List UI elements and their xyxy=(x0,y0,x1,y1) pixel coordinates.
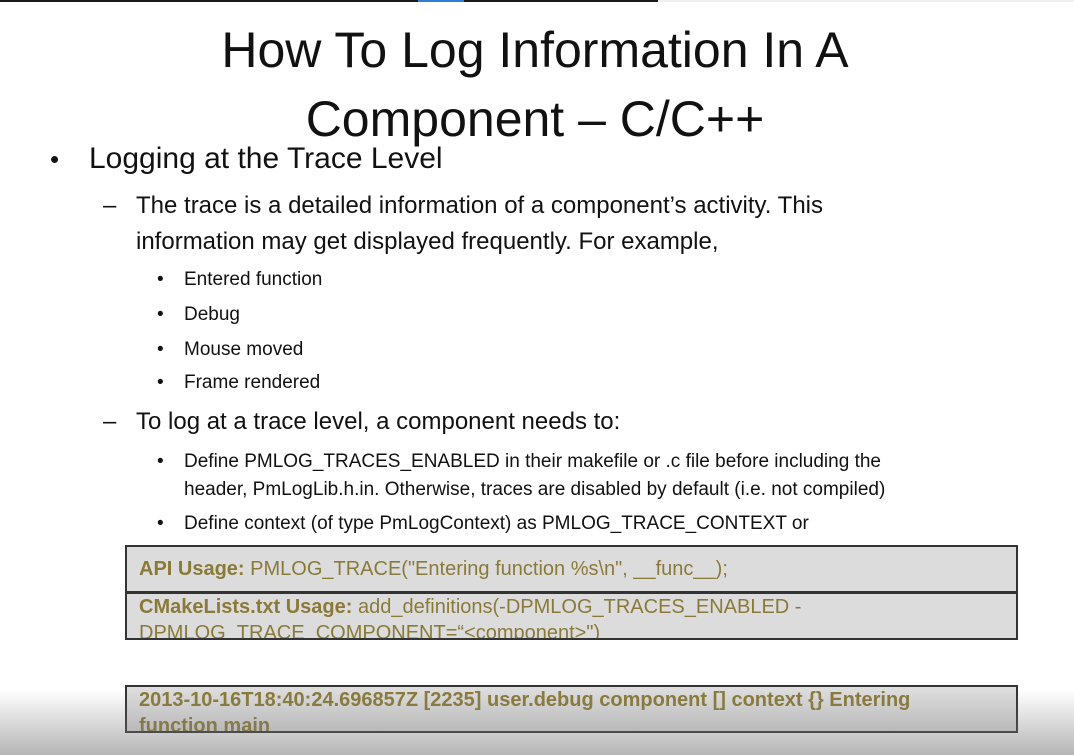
cmake-usage-code-line-2: DPMLOG_TRACE_COMPONENT=“<component>") xyxy=(139,622,601,640)
example-item-text: Mouse moved xyxy=(184,339,304,360)
slide-title: How To Log Information In A Component – … xyxy=(150,16,920,154)
cmake-usage-code-line-1: add_definitions(-DPMLOG_TRACES_ENABLED - xyxy=(352,596,802,618)
example-item-text: Entered function xyxy=(184,269,323,290)
trace-description-line-1: The trace is a detailed information of a… xyxy=(136,192,824,219)
dash-bullet: – xyxy=(103,408,117,435)
presentation-slide: How To Log Information In A Component – … xyxy=(0,2,1074,755)
slide-title-line-1: How To Log Information In A xyxy=(221,22,849,78)
cmake-usage-box: CMakeLists.txt Usage: add_definitions(-D… xyxy=(125,592,1018,640)
log-output-line-2: function main xyxy=(139,715,271,733)
bullet-dot: • xyxy=(157,372,164,393)
trace-description-line-2: information may get displayed frequently… xyxy=(136,228,719,255)
log-output-box: 2013-10-16T18:40:24.696857Z [2235] user.… xyxy=(125,685,1018,733)
requirements-text: To log at a trace level, a component nee… xyxy=(136,408,621,435)
bullet-dot: • xyxy=(157,513,164,534)
api-usage-label: API Usage: xyxy=(139,558,245,580)
requirement-line-1: Define context (of type PmLogContext) as… xyxy=(184,513,809,534)
api-usage-code: PMLOG_TRACE("Entering function %s\n", __… xyxy=(244,558,728,580)
api-usage-box: API Usage: PMLOG_TRACE("Entering functio… xyxy=(125,545,1018,593)
bullet-trace-level-text: Logging at the Trace Level xyxy=(89,142,443,175)
requirement-line-2: header, PmLogLib.h.in. Otherwise, traces… xyxy=(184,479,886,500)
bullet-dot: • xyxy=(157,269,164,290)
bullet-dot: • xyxy=(157,451,164,472)
example-item-text: Frame rendered xyxy=(184,372,321,393)
log-output-line-1: 2013-10-16T18:40:24.696857Z [2235] user.… xyxy=(139,689,911,711)
bullet-dot: • xyxy=(157,304,164,325)
cmake-usage-label: CMakeLists.txt Usage: xyxy=(139,596,353,618)
bullet-dot: • xyxy=(157,339,164,360)
requirement-line-1: Define PMLOG_TRACES_ENABLED in their mak… xyxy=(184,451,881,472)
bullet-dot: • xyxy=(50,144,60,174)
example-item-text: Debug xyxy=(184,304,240,325)
dash-bullet: – xyxy=(103,192,117,219)
